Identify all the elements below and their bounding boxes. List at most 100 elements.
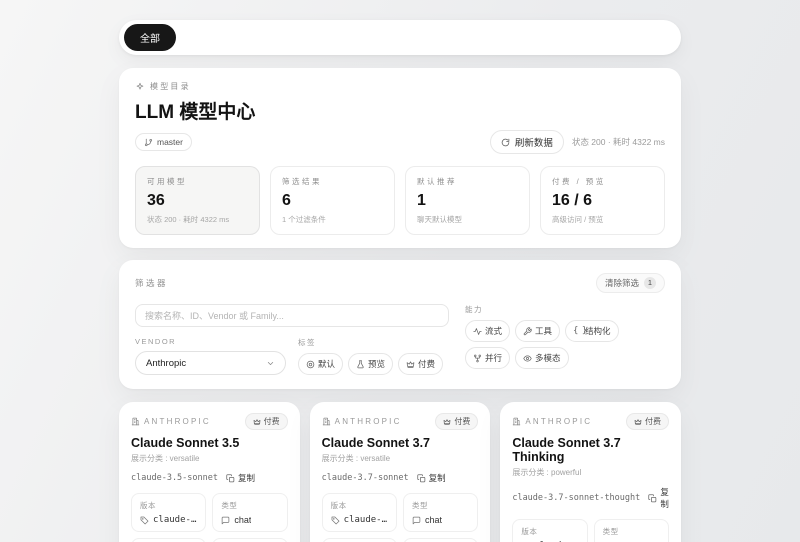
family-cell: 模型族 claude-3.5-so… bbox=[131, 538, 206, 542]
vendor-name: ANTHROPIC bbox=[322, 417, 436, 426]
capability-pill-row: 流式 工具 { } 结构化 并行 bbox=[465, 320, 665, 369]
stat-filtered-results: 筛选结果 6 1 个过滤条件 bbox=[270, 166, 395, 235]
clear-filters-button[interactable]: 清除筛选 1 bbox=[596, 273, 665, 293]
model-title: Claude Sonnet 3.7 Thinking bbox=[512, 436, 669, 464]
stat-paid-preview: 付费 / 预览 16 / 6 高级访问 / 预览 bbox=[540, 166, 665, 235]
stat-default-recommend: 默认推荐 1 聊天默认模型 bbox=[405, 166, 530, 235]
model-id: claude-3.7-sonnet-thought bbox=[512, 493, 640, 503]
capability-parallel-chip[interactable]: 并行 bbox=[465, 347, 510, 369]
vendor-selected-value: Anthropic bbox=[146, 358, 186, 369]
version-cell: 版本 claude-3.7-so… bbox=[322, 493, 397, 532]
model-id: claude-3.5-sonnet bbox=[131, 473, 218, 483]
vendor-name: ANTHROPIC bbox=[512, 417, 626, 426]
flask-icon bbox=[356, 360, 365, 369]
target-icon bbox=[306, 360, 315, 369]
model-category: 展示分类 : versatile bbox=[131, 453, 288, 464]
model-id: claude-3.7-sonnet bbox=[322, 473, 409, 483]
page-title: LLM 模型中心 bbox=[135, 97, 665, 124]
eye-icon bbox=[523, 354, 532, 363]
model-card-claude-sonnet-3-7-thinking[interactable]: ANTHROPIC 付费 Claude Sonnet 3.7 Thinking … bbox=[500, 402, 681, 542]
copy-icon bbox=[226, 474, 235, 483]
model-category: 展示分类 : versatile bbox=[322, 453, 479, 464]
vendor-field: VENDOR Anthropic bbox=[135, 337, 286, 375]
capability-structured-chip[interactable]: { } 结构化 bbox=[565, 320, 619, 342]
tag-paid-chip[interactable]: 付费 bbox=[398, 353, 443, 375]
view-switcher-bar: 全部 bbox=[119, 20, 681, 55]
paid-badge: 付费 bbox=[435, 413, 478, 430]
copy-button[interactable]: 复制 bbox=[648, 486, 669, 510]
filter-card: 筛选器 清除筛选 1 VENDOR Anthropic bbox=[119, 260, 681, 389]
capability-multimodal-chip[interactable]: 多模态 bbox=[515, 347, 569, 369]
model-info-grid: 版本 claude-3.7-so… 类型 chat 模型族 claude-3.7… bbox=[322, 493, 479, 542]
activity-icon bbox=[473, 327, 482, 336]
version-cell: 版本 claude-3.7-so… bbox=[512, 519, 587, 542]
catalog-label: 模型目录 bbox=[150, 81, 191, 92]
header-card: 模型目录 LLM 模型中心 master 刷新数据 状态 200 · 耗时 43… bbox=[119, 68, 681, 248]
crown-icon bbox=[634, 418, 642, 426]
catalog-row: 模型目录 bbox=[135, 81, 665, 92]
model-title: Claude Sonnet 3.7 bbox=[322, 436, 479, 450]
type-cell: 类型 chat bbox=[403, 493, 478, 532]
clear-filters-label: 清除筛选 bbox=[605, 277, 639, 289]
status-text: 状态 200 · 耗时 4322 ms bbox=[572, 136, 665, 148]
tab-all[interactable]: 全部 bbox=[124, 24, 176, 51]
model-title: Claude Sonnet 3.5 bbox=[131, 436, 288, 450]
capabilities-field: 能力 流式 工具 { } 结构化 bbox=[465, 304, 665, 375]
version-cell: 版本 claude-3.5-so… bbox=[131, 493, 206, 532]
chevron-down-icon bbox=[266, 359, 275, 368]
copy-icon bbox=[648, 494, 657, 503]
model-card-claude-sonnet-3-5[interactable]: ANTHROPIC 付费 Claude Sonnet 3.5 展示分类 : ve… bbox=[119, 402, 300, 542]
filter-header: 筛选器 清除筛选 1 bbox=[135, 273, 665, 293]
git-branch-icon bbox=[144, 138, 153, 147]
wrench-icon bbox=[523, 327, 532, 336]
model-card-header: ANTHROPIC 付费 bbox=[131, 413, 288, 430]
crown-icon bbox=[253, 418, 261, 426]
tag-default-chip[interactable]: 默认 bbox=[298, 353, 343, 375]
building-icon bbox=[512, 417, 521, 426]
chat-bubble-icon bbox=[412, 516, 421, 525]
model-card-header: ANTHROPIC 付费 bbox=[512, 413, 669, 430]
tokenizer-cell: TOKENIZER <>o200k_base bbox=[403, 538, 478, 542]
tag-preview-chip[interactable]: 预览 bbox=[348, 353, 393, 375]
tags-field: 标签 默认 预览 付费 bbox=[298, 337, 449, 375]
branch-name: master bbox=[157, 137, 183, 147]
tokenizer-cell: TOKENIZER <>o200k_base bbox=[212, 538, 287, 542]
model-id-row: claude-3.7-sonnet-thought 复制 bbox=[512, 486, 669, 510]
tag-icon bbox=[331, 516, 340, 525]
meta-row: master 刷新数据 状态 200 · 耗时 4322 ms bbox=[135, 130, 665, 154]
tags-label: 标签 bbox=[298, 337, 449, 348]
filter-body: VENDOR Anthropic 标签 默认 bbox=[135, 304, 665, 375]
braces-icon: { } bbox=[573, 327, 582, 336]
branch-badge: master bbox=[135, 133, 192, 151]
model-id-row: claude-3.5-sonnet 复制 bbox=[131, 472, 288, 484]
copy-button[interactable]: 复制 bbox=[226, 472, 255, 484]
copy-icon bbox=[417, 474, 426, 483]
paid-badge: 付费 bbox=[245, 413, 288, 430]
model-category: 展示分类 : powerful bbox=[512, 467, 669, 478]
stats-row: 可用模型 36 状态 200 · 耗时 4322 ms 筛选结果 6 1 个过滤… bbox=[135, 166, 665, 235]
capability-tools-chip[interactable]: 工具 bbox=[515, 320, 560, 342]
family-cell: 模型族 claude-3.7-so… bbox=[322, 538, 397, 542]
paid-badge: 付费 bbox=[626, 413, 669, 430]
sparkles-icon bbox=[135, 82, 145, 92]
model-info-grid: 版本 claude-3.7-so… 类型 chat 模型族 claude-3.7… bbox=[512, 519, 669, 542]
vendor-name: ANTHROPIC bbox=[131, 417, 245, 426]
search-input[interactable] bbox=[135, 304, 449, 327]
model-card-claude-sonnet-3-7[interactable]: ANTHROPIC 付费 Claude Sonnet 3.7 展示分类 : ve… bbox=[310, 402, 491, 542]
type-cell: 类型 chat bbox=[594, 519, 669, 542]
vendor-label: VENDOR bbox=[135, 337, 286, 346]
type-cell: 类型 chat bbox=[212, 493, 287, 532]
refresh-icon bbox=[501, 138, 510, 147]
vendor-select[interactable]: Anthropic bbox=[135, 351, 286, 375]
capabilities-label: 能力 bbox=[465, 304, 665, 315]
building-icon bbox=[322, 417, 331, 426]
filter-count-badge: 1 bbox=[644, 277, 656, 289]
tag-icon bbox=[140, 516, 149, 525]
refresh-button[interactable]: 刷新数据 bbox=[490, 130, 564, 154]
copy-button[interactable]: 复制 bbox=[417, 472, 446, 484]
capability-streaming-chip[interactable]: 流式 bbox=[465, 320, 510, 342]
crown-icon bbox=[443, 418, 451, 426]
building-icon bbox=[131, 417, 140, 426]
filter-title: 筛选器 bbox=[135, 277, 596, 289]
model-card-header: ANTHROPIC 付费 bbox=[322, 413, 479, 430]
